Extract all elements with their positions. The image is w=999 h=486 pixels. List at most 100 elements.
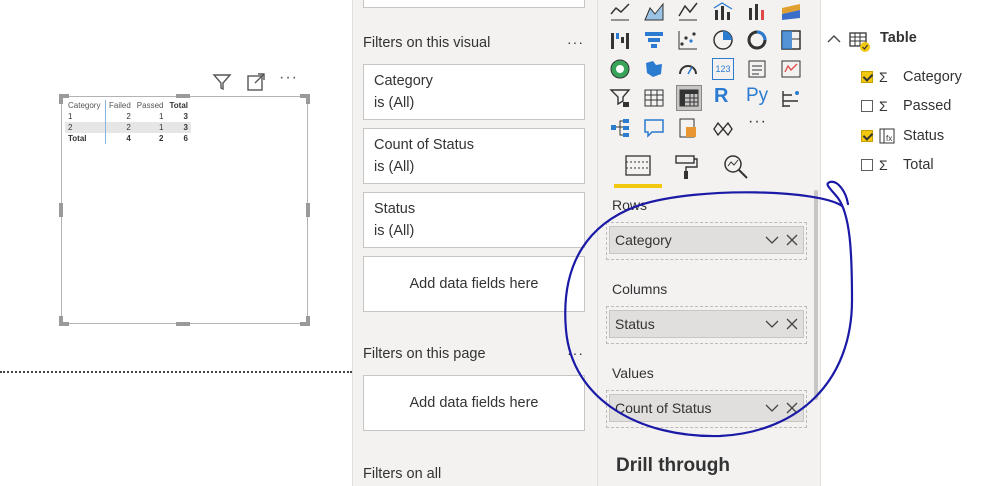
sigma-icon: Σ xyxy=(879,98,888,114)
table-visual-icon[interactable] xyxy=(643,87,665,109)
filter-card-state: is (All) xyxy=(374,159,415,175)
checkbox-checked[interactable] xyxy=(861,71,873,83)
filled-map-icon[interactable] xyxy=(643,58,665,80)
sigma-icon: Σ xyxy=(879,69,888,85)
more-options-icon[interactable]: ··· xyxy=(279,69,298,87)
stacked-area-chart-icon[interactable] xyxy=(677,0,699,22)
filter-card-partial[interactable] xyxy=(363,0,585,8)
matrix-row: 1 2 1 3 xyxy=(65,111,191,122)
rows-well[interactable]: Category xyxy=(606,222,807,260)
ribbon-chart-icon[interactable] xyxy=(780,0,802,22)
columns-field-pill[interactable]: Status xyxy=(609,310,804,338)
calculated-column-icon: fx xyxy=(879,128,895,144)
kpi-icon[interactable] xyxy=(780,58,802,80)
active-tab-indicator xyxy=(614,184,662,188)
analytics-magnifier-icon[interactable] xyxy=(722,153,750,181)
close-icon[interactable] xyxy=(786,402,798,414)
values-field-pill[interactable]: Count of Status xyxy=(609,394,804,422)
chevron-down-icon[interactable] xyxy=(765,319,779,329)
more-options-icon[interactable]: ··· xyxy=(567,34,584,50)
line-chart-icon[interactable] xyxy=(609,0,631,22)
drill-through-heading: Drill through xyxy=(616,455,730,476)
card-visual-icon[interactable]: 123 xyxy=(712,58,734,80)
matrix-header-cell: Failed xyxy=(109,101,131,110)
chevron-up-icon[interactable] xyxy=(827,33,841,45)
table-name[interactable]: Table xyxy=(880,30,917,46)
filter-card-status[interactable]: Status is (All) xyxy=(363,192,585,248)
pane-scrollbar[interactable] xyxy=(814,190,818,400)
power-apps-icon[interactable] xyxy=(712,117,734,139)
field-category[interactable]: Σ Category xyxy=(861,67,962,87)
multi-row-card-icon[interactable] xyxy=(746,58,768,80)
r-script-visual-icon[interactable]: R xyxy=(714,85,736,107)
rows-field-pill[interactable]: Category xyxy=(609,226,804,254)
filters-page-title: Filters on this page xyxy=(363,346,486,362)
filter-card-category[interactable]: Category is (All) xyxy=(363,64,585,120)
checkbox[interactable] xyxy=(861,100,873,112)
matrix-cell: 1 xyxy=(65,111,106,122)
paginated-report-icon[interactable] xyxy=(677,117,699,139)
checkbox-checked[interactable] xyxy=(861,130,873,142)
close-icon[interactable] xyxy=(786,318,798,330)
resize-handle[interactable] xyxy=(306,94,310,104)
filter-card-name: Count of Status xyxy=(374,137,474,153)
values-well[interactable]: Count of Status xyxy=(606,390,807,428)
waterfall-chart-icon[interactable] xyxy=(609,29,631,51)
resize-handle[interactable] xyxy=(306,203,310,217)
donut-chart-icon[interactable] xyxy=(746,29,768,51)
gauge-icon[interactable] xyxy=(677,58,699,80)
visualizations-pane: 123 R Py ··· Rows Category Columns Statu… xyxy=(597,0,820,486)
matrix-cell: 2 xyxy=(65,122,106,133)
line-stacked-column-icon[interactable] xyxy=(746,0,768,22)
checkbox[interactable] xyxy=(861,159,873,171)
report-canvas[interactable]: ··· Category Failed Passed Total 1 2 1 3 xyxy=(0,0,352,486)
field-passed[interactable]: Σ Passed xyxy=(861,96,951,116)
matrix-cell: 2 xyxy=(126,112,131,121)
chevron-down-icon[interactable] xyxy=(765,235,779,245)
chevron-down-icon[interactable] xyxy=(765,403,779,413)
decomposition-tree-icon[interactable] xyxy=(609,117,631,139)
filter-card-name: Category xyxy=(374,73,433,89)
svg-text:fx: fx xyxy=(886,134,892,143)
add-data-fields-visual[interactable]: Add data fields here xyxy=(363,256,585,312)
resize-handle[interactable] xyxy=(59,316,63,326)
scatter-chart-icon[interactable] xyxy=(677,29,699,51)
treemap-icon[interactable] xyxy=(780,29,802,51)
close-icon[interactable] xyxy=(786,234,798,246)
columns-well[interactable]: Status xyxy=(606,306,807,344)
matrix-header-cell: Total xyxy=(169,101,188,110)
matrix-cell: Total xyxy=(65,133,106,144)
field-status[interactable]: fx Status xyxy=(861,126,944,146)
python-visual-icon[interactable]: Py xyxy=(746,85,774,107)
focus-mode-icon[interactable] xyxy=(246,72,266,92)
area-chart-icon[interactable] xyxy=(643,0,665,22)
slicer-icon[interactable] xyxy=(609,87,631,109)
pie-chart-icon[interactable] xyxy=(712,29,734,51)
resize-handle[interactable] xyxy=(176,322,190,326)
resize-handle[interactable] xyxy=(59,94,63,104)
resize-handle[interactable] xyxy=(176,94,190,98)
resize-handle[interactable] xyxy=(306,316,310,326)
matrix-visual-icon-selected[interactable] xyxy=(676,85,702,111)
add-data-fields-page[interactable]: Add data fields here xyxy=(363,375,585,431)
funnel-chart-icon[interactable] xyxy=(643,29,665,51)
matrix-cell: 1 xyxy=(159,112,164,121)
filter-icon[interactable] xyxy=(212,72,232,92)
add-data-fields-label: Add data fields here xyxy=(409,276,539,292)
format-paintroller-icon[interactable] xyxy=(674,153,700,181)
columns-well-label: Columns xyxy=(612,281,668,297)
resize-handle[interactable] xyxy=(59,203,63,217)
field-total[interactable]: Σ Total xyxy=(861,155,934,175)
map-icon[interactable] xyxy=(609,58,631,80)
filters-visual-title: Filters on this visual xyxy=(363,35,491,51)
fields-tab-icon[interactable] xyxy=(624,153,652,179)
matrix-header-cell: Category xyxy=(65,100,106,111)
qa-visual-icon[interactable] xyxy=(643,117,665,139)
line-clustered-column-icon[interactable] xyxy=(712,0,734,22)
filter-card-count-of-status[interactable]: Count of Status is (All) xyxy=(363,128,585,184)
values-well-label: Values xyxy=(612,365,654,381)
key-influencers-icon[interactable] xyxy=(780,87,802,109)
more-visuals-icon[interactable]: ··· xyxy=(748,113,767,131)
filter-card-state: is (All) xyxy=(374,223,415,239)
more-options-icon[interactable]: ··· xyxy=(567,345,584,361)
